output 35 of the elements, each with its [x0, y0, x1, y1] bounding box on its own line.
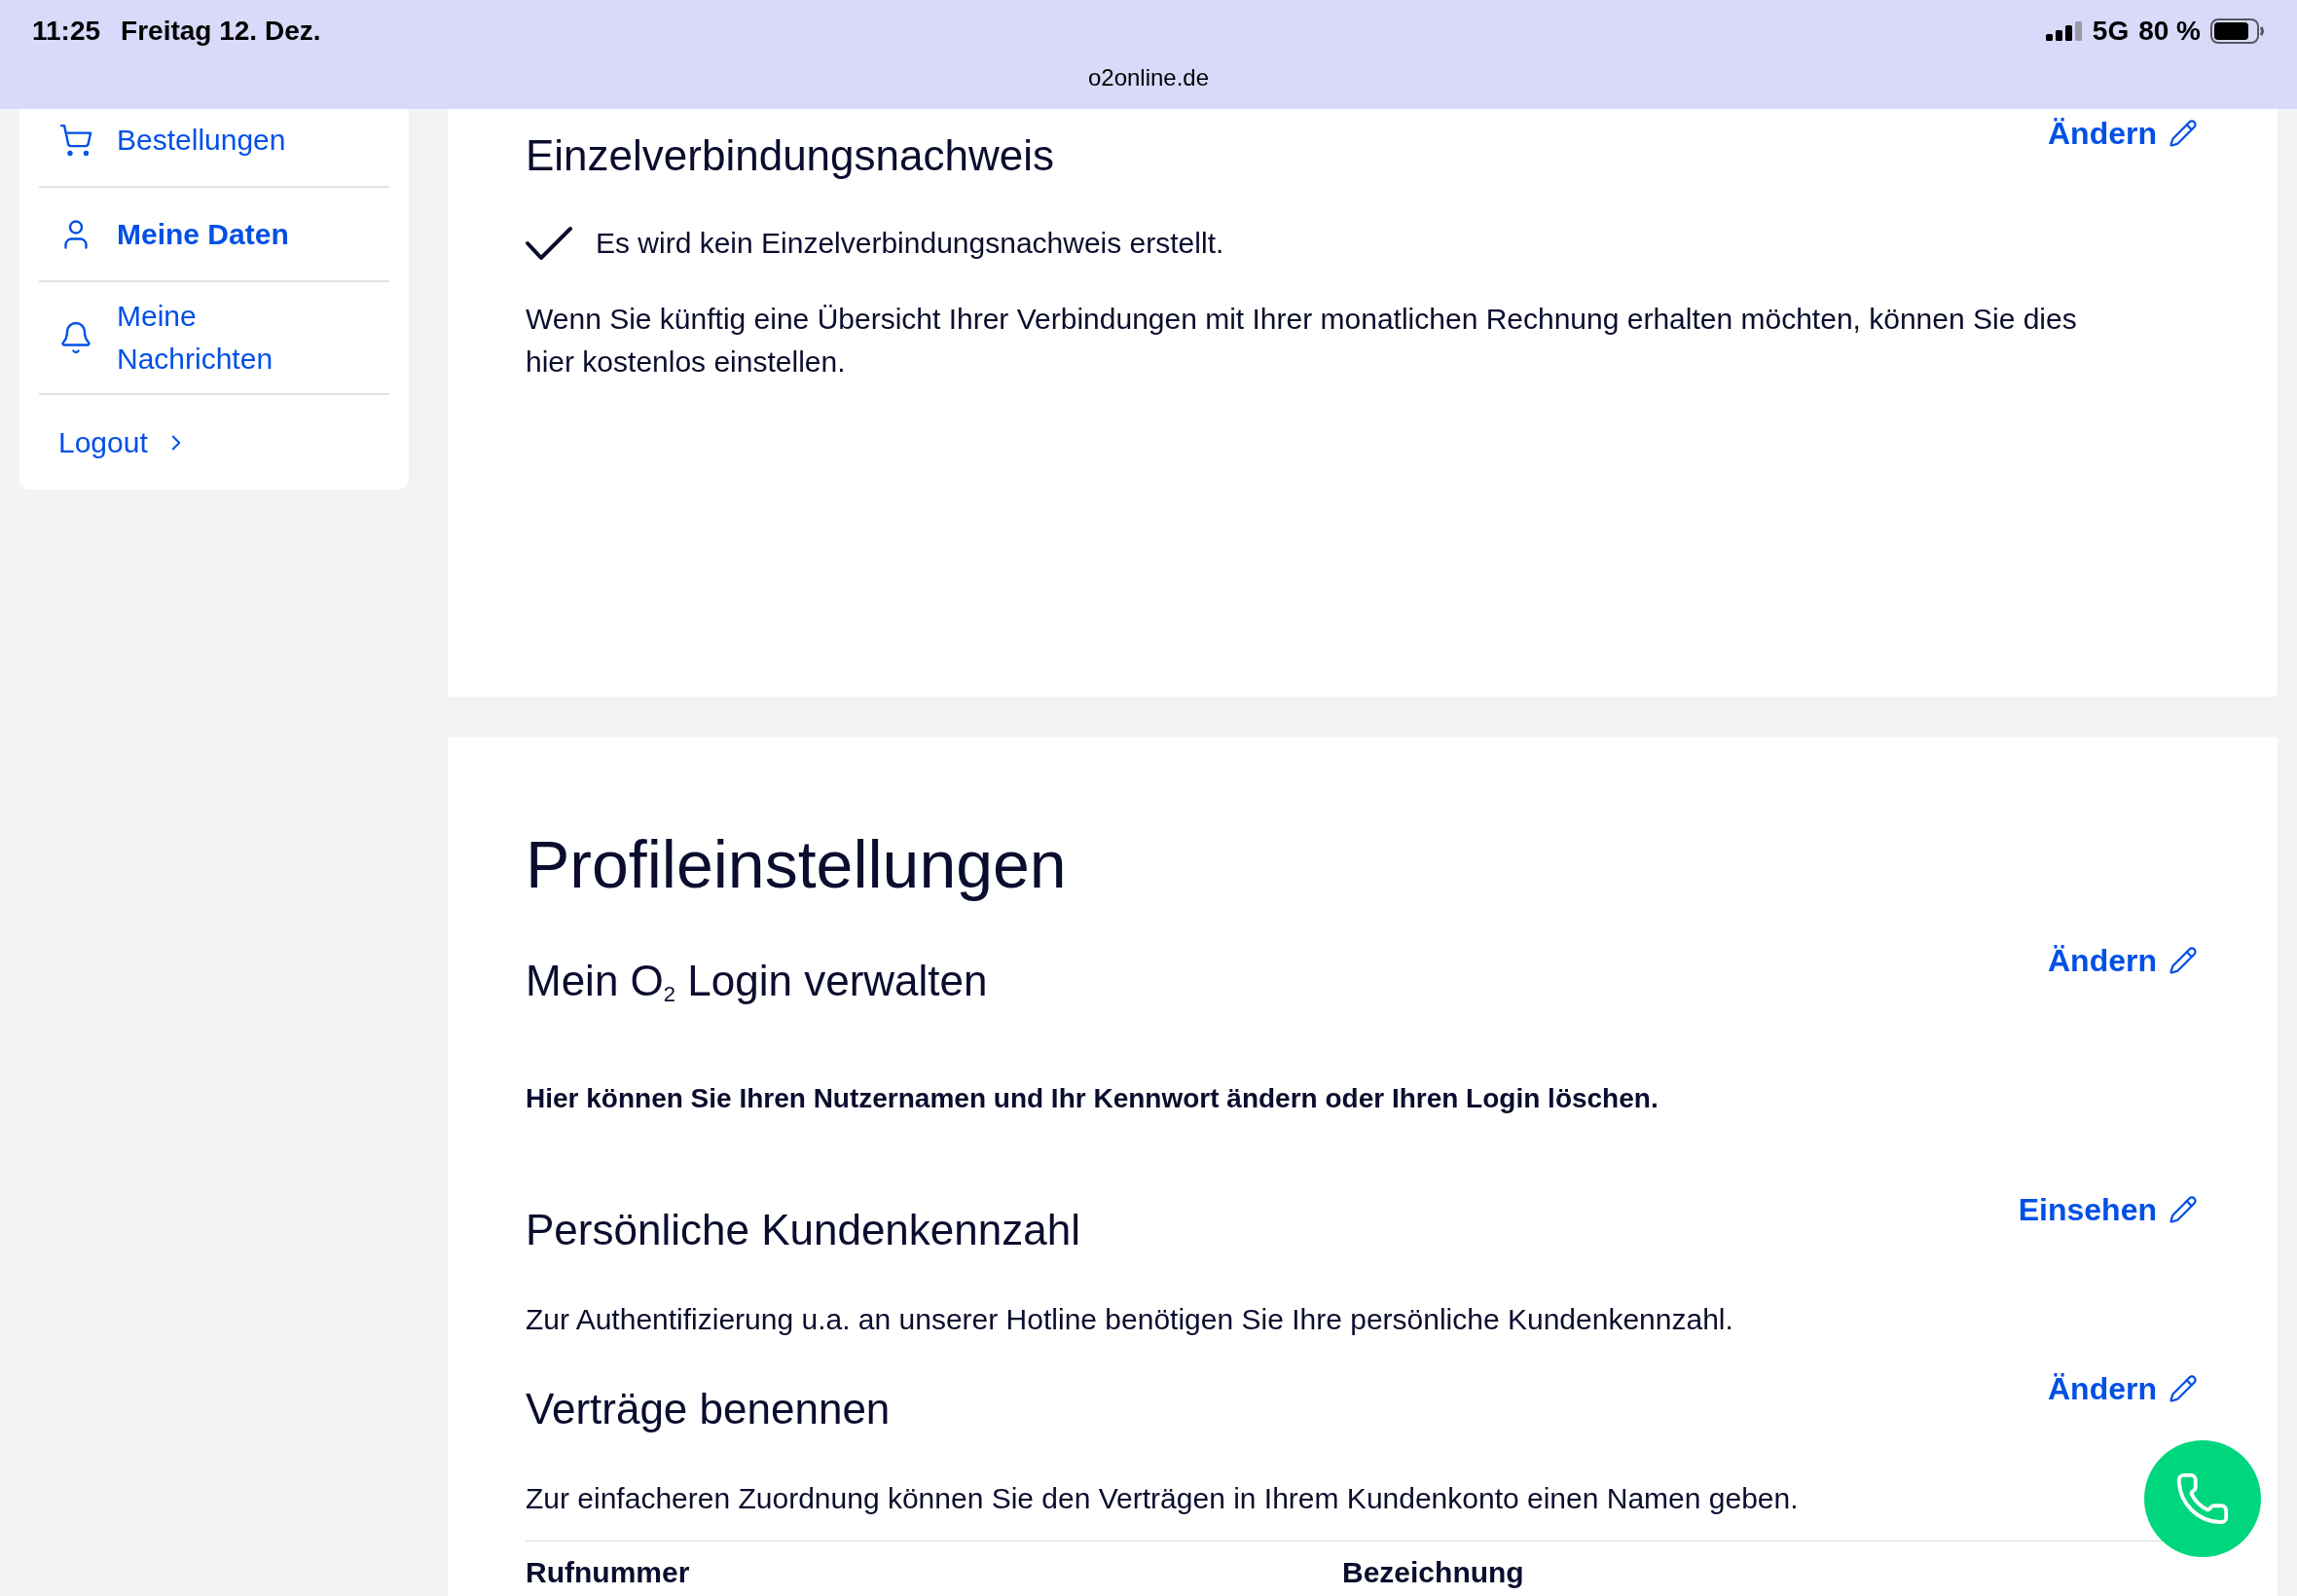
- description-text: Wenn Sie künftig eine Übersicht Ihrer Verbindungen mit Ihrer monatlichen Rechnung erhalten möchten, können Sie dies hier kostenlos einstellen.: [526, 302, 2078, 380]
- logout-link[interactable]: Logout: [58, 420, 189, 464]
- action-link[interactable]: Ändern: [2048, 1369, 2198, 1408]
- battery-icon: [2210, 18, 2265, 44]
- check-icon: [526, 226, 572, 261]
- status-date: Freitag 12. Dez.: [121, 15, 321, 48]
- page-title: Profileinstellungen: [526, 826, 1068, 903]
- pencil-icon: [2169, 1374, 2198, 1403]
- pencil-icon: [2169, 119, 2198, 148]
- status-text: Es wird kein Einzelverbindungsnachweis erstellt.: [596, 226, 1224, 261]
- action-link[interactable]: Einsehen: [2018, 1190, 2198, 1229]
- description-text: Zur einfacheren Zuordnung können Sie den Verträgen in Ihrem Kundenkonto einen Namen geben.: [526, 1481, 1800, 1516]
- bell-icon: [58, 320, 93, 355]
- network-label: 5G: [2092, 15, 2130, 48]
- sidebar-item[interactable]: Bestellungen: [39, 109, 389, 188]
- section-heading: Persönliche Kundenkennzahl: [526, 1205, 1080, 1255]
- section-heading: Verträge benennen: [526, 1384, 891, 1434]
- action-link[interactable]: Ändern: [2048, 114, 2198, 153]
- status-time: 11:25: [32, 15, 101, 48]
- battery-percentage: 80 %: [2138, 15, 2201, 48]
- description-text: Zur Authentifizierung u.a. an unserer Hotline benötigen Sie Ihre persönliche Kundenkennzahl.: [526, 1302, 1734, 1337]
- column-header: Bezeichnung: [1342, 1555, 1524, 1590]
- section-heading: Einzelverbindungsnachweis: [526, 130, 1054, 181]
- section-heading: Mein O$_{2}$ Login verwalten: [526, 956, 988, 1007]
- signal-icon: [2045, 21, 2083, 41]
- url-text: o2online.de: [1087, 63, 1210, 92]
- description-text: Hier können Sie Ihren Nutzernamen und Ihr Kennwort ändern oder Ihren Login löschen.: [526, 1082, 1659, 1115]
- cart-icon: [58, 122, 93, 158]
- sidebar-item[interactable]: Meine Daten: [39, 188, 389, 282]
- pencil-icon: [2169, 946, 2198, 975]
- action-link[interactable]: Ändern: [2048, 941, 2198, 980]
- column-header: Rufnummer: [526, 1555, 690, 1590]
- pencil-icon: [2169, 1195, 2198, 1224]
- phone-icon: [2174, 1470, 2231, 1527]
- sidebar-item[interactable]: Meine Nachrichten: [39, 282, 389, 395]
